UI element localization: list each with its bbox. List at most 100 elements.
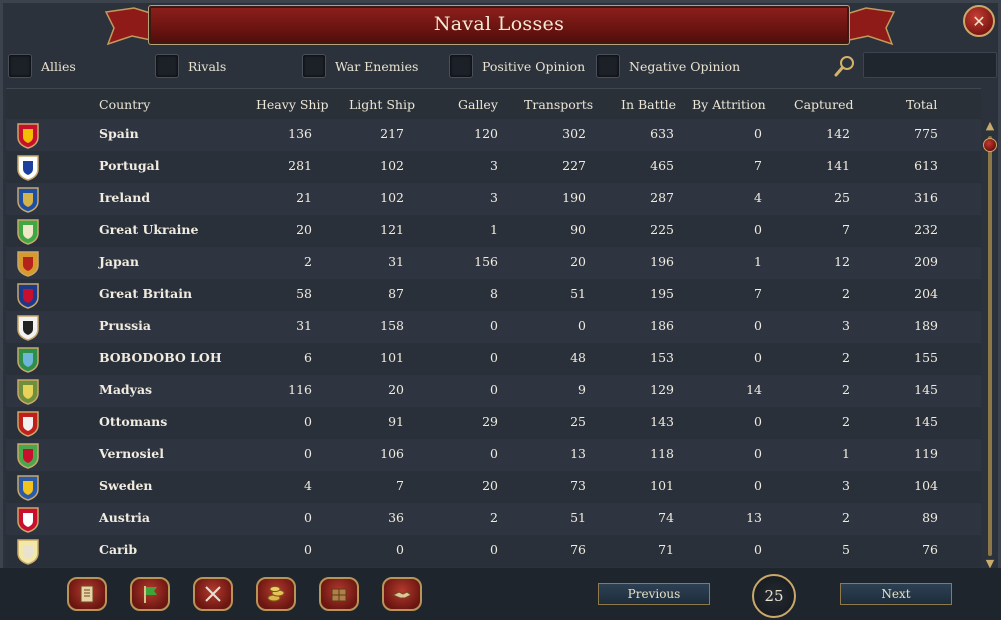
cell-total: 613 (914, 158, 938, 173)
cell-total: 145 (914, 414, 938, 429)
cell-total: 89 (922, 510, 938, 525)
cell-transports: 51 (570, 510, 586, 525)
positive-opinion-checkbox[interactable] (449, 54, 473, 78)
economy-tab-button[interactable] (256, 577, 296, 611)
table-row[interactable]: Madyas 116 20 0 9 129 14 2 145 (6, 375, 981, 407)
ireland-flag[interactable] (16, 186, 40, 213)
cell-captured: 2 (842, 350, 850, 365)
ottomans-flag[interactable] (16, 410, 40, 437)
cell-heavy: 136 (288, 126, 312, 141)
cell-transports: 48 (570, 350, 586, 365)
column-header-in-battle[interactable]: In Battle (621, 97, 676, 112)
sweden-flag[interactable] (16, 474, 40, 501)
trade-tab-button[interactable] (319, 577, 359, 611)
great-britain-flag[interactable] (16, 282, 40, 309)
column-header-country[interactable]: Country (99, 97, 150, 112)
table-row[interactable]: Carib 0 0 0 76 71 0 5 76 (6, 535, 981, 567)
carib-flag[interactable] (16, 538, 40, 565)
table-row[interactable]: Vernosiel 0 106 0 13 118 0 1 119 (6, 439, 981, 471)
column-header-transports[interactable]: Transports (524, 97, 593, 112)
search-icon[interactable] (833, 54, 857, 78)
table-row[interactable]: Great Ukraine 20 121 1 90 225 0 7 232 (6, 215, 981, 247)
flag-tab-button[interactable] (130, 577, 170, 611)
table-row[interactable]: Japan 2 31 156 20 196 1 12 209 (6, 247, 981, 279)
cell-heavy: 31 (296, 318, 312, 333)
japan-flag[interactable] (16, 250, 40, 277)
great-ukraine-flag[interactable] (16, 218, 40, 245)
column-header-heavy-ship[interactable]: Heavy Ship (256, 97, 328, 112)
table-row[interactable]: Ireland 21 102 3 190 287 4 25 316 (6, 183, 981, 215)
vertical-scrollbar[interactable]: ▲ ▼ (983, 120, 997, 570)
bobodobo-loh-flag[interactable] (16, 346, 40, 373)
madyas-flag[interactable] (16, 378, 40, 405)
prussia-flag[interactable] (16, 314, 40, 341)
filter-rivals[interactable]: Rivals (155, 52, 226, 80)
cell-battle: 129 (650, 382, 674, 397)
cell-galley: 0 (490, 350, 498, 365)
spain-flag[interactable] (16, 122, 40, 149)
table-row[interactable]: Spain 136 217 120 302 633 0 142 775 (6, 119, 981, 151)
filter-label: War Enemies (335, 58, 419, 74)
column-header-light-ship[interactable]: Light Ship (349, 97, 415, 112)
war-tab-button[interactable] (193, 577, 233, 611)
table-row[interactable]: Austria 0 36 2 51 74 13 2 89 (6, 503, 981, 535)
diplomacy-tab-button[interactable] (382, 577, 422, 611)
cell-total: 775 (914, 126, 938, 141)
scroll-up-arrow-icon[interactable]: ▲ (984, 120, 996, 132)
vernosiel-flag[interactable] (16, 442, 40, 469)
cell-battle: 195 (650, 286, 674, 301)
cell-galley: 20 (482, 478, 498, 493)
filter-allies[interactable]: Allies (8, 52, 76, 80)
scroll-track[interactable] (988, 136, 992, 556)
cell-light: 91 (388, 414, 404, 429)
negative-opinion-checkbox[interactable] (596, 54, 620, 78)
cell-captured: 142 (826, 126, 850, 141)
column-header-by-attrition[interactable]: By Attrition (692, 97, 766, 112)
cell-transports: 13 (570, 446, 586, 461)
cell-attrition: 0 (754, 542, 762, 557)
table-row[interactable]: Great Britain 58 87 8 51 195 7 2 204 (6, 279, 981, 311)
cell-battle: 186 (650, 318, 674, 333)
cell-attrition: 14 (746, 382, 762, 397)
column-header-captured[interactable]: Captured (794, 97, 853, 112)
cell-attrition: 7 (754, 286, 762, 301)
cell-battle: 118 (650, 446, 674, 461)
table-row[interactable]: BOBODOBO LOH 6 101 0 48 153 0 2 155 (6, 343, 981, 375)
filter-negative-opinion[interactable]: Negative Opinion (596, 52, 740, 80)
cell-battle: 101 (650, 478, 674, 493)
cell-battle: 196 (650, 254, 674, 269)
page-indicator: 25 (752, 574, 796, 618)
allies-checkbox[interactable] (8, 54, 32, 78)
cell-attrition: 0 (754, 414, 762, 429)
close-button[interactable]: ✕ (963, 5, 995, 37)
country-name: Vernosiel (99, 446, 165, 461)
previous-button[interactable]: Previous (598, 583, 710, 605)
cell-total: 189 (914, 318, 938, 333)
country-name: Japan (99, 254, 139, 269)
column-header-galley[interactable]: Galley (458, 97, 498, 112)
war-enemies-checkbox[interactable] (302, 54, 326, 78)
cell-battle: 153 (650, 350, 674, 365)
ledger-tab-button[interactable] (67, 577, 107, 611)
rivals-checkbox[interactable] (155, 54, 179, 78)
table-row[interactable]: Sweden 4 7 20 73 101 0 3 104 (6, 471, 981, 503)
next-button[interactable]: Next (840, 583, 952, 605)
table-row[interactable]: Ottomans 0 91 29 25 143 0 2 145 (6, 407, 981, 439)
table-header: Country Heavy Ship Light Ship Galley Tra… (6, 89, 981, 120)
cell-light: 36 (388, 510, 404, 525)
austria-flag[interactable] (16, 506, 40, 533)
filter-positive-opinion[interactable]: Positive Opinion (449, 52, 585, 80)
cell-battle: 287 (650, 190, 674, 205)
search-input[interactable] (863, 52, 997, 78)
country-name: Prussia (99, 318, 151, 333)
cell-captured: 12 (834, 254, 850, 269)
table-row[interactable]: Portugal 281 102 3 227 465 7 141 613 (6, 151, 981, 183)
table-row[interactable]: Prussia 31 158 0 0 186 0 3 189 (6, 311, 981, 343)
country-name: Ireland (99, 190, 151, 205)
cell-total: 104 (914, 478, 938, 493)
portugal-flag[interactable] (16, 154, 40, 181)
filter-war-enemies[interactable]: War Enemies (302, 52, 418, 80)
column-header-total[interactable]: Total (906, 97, 937, 112)
scroll-thumb[interactable] (983, 138, 997, 152)
cell-galley: 3 (490, 190, 498, 205)
